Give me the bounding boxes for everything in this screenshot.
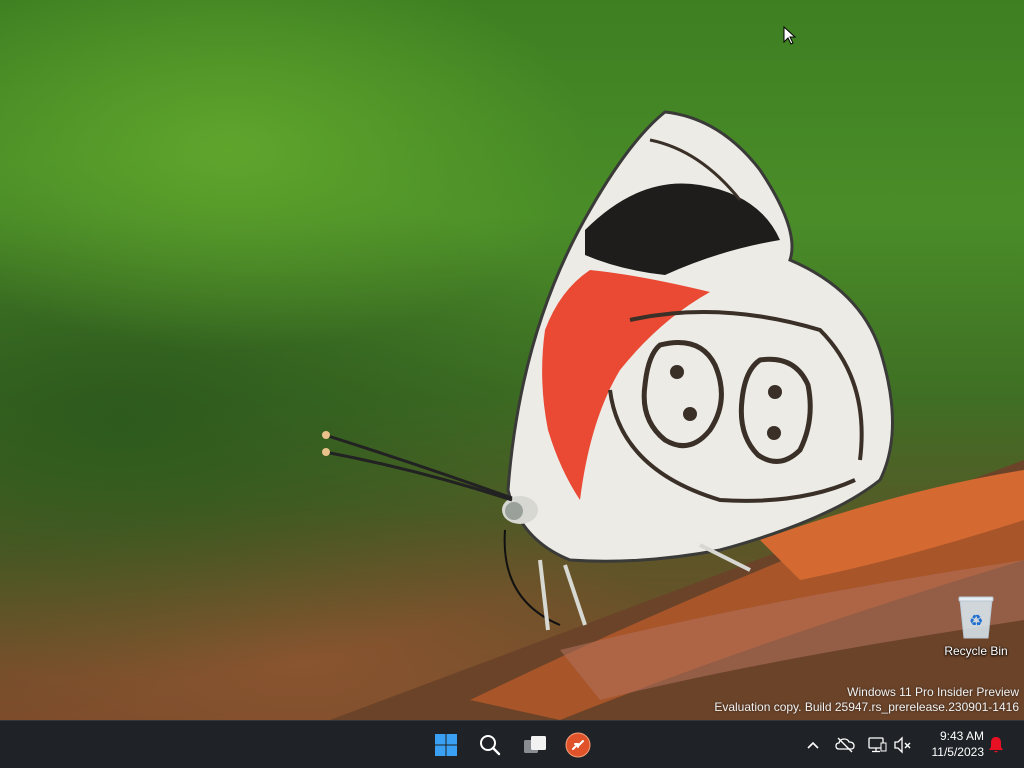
onedrive-offline-icon xyxy=(835,737,855,753)
mouse-pointer-icon xyxy=(783,26,797,45)
volume-muted-icon xyxy=(894,736,911,754)
network-icon xyxy=(868,737,887,753)
remote-app-button[interactable] xyxy=(558,725,598,765)
network-tray-button[interactable] xyxy=(866,729,888,761)
search-icon xyxy=(480,735,501,756)
recycle-bin-icon: ♻ xyxy=(958,596,994,639)
task-view-icon xyxy=(524,736,546,753)
clock-time: 9:43 AM xyxy=(939,729,984,743)
bell-icon xyxy=(989,737,1003,753)
watermark-build: Evaluation copy. Build 25947.rs_prerelea… xyxy=(714,700,1019,714)
remote-app-icon xyxy=(565,732,591,758)
volume-tray-button[interactable] xyxy=(892,729,914,761)
clock-date: 11/5/2023 xyxy=(931,745,985,759)
build-watermark: Windows 11 Pro Insider Preview Evaluatio… xyxy=(714,685,1019,715)
wallpaper-image xyxy=(322,110,1024,720)
taskbar-clock[interactable]: 9:43 AM 11/5/2023 xyxy=(920,728,985,760)
search-button[interactable] xyxy=(470,725,510,765)
task-view-button[interactable] xyxy=(515,725,555,765)
watermark-edition: Windows 11 Pro Insider Preview xyxy=(847,685,1019,699)
chevron-up-icon xyxy=(807,741,819,749)
windows-logo-icon xyxy=(435,734,457,756)
desktop[interactable]: ♻ Recycle Bin Windows 11 Pro Insider Pre… xyxy=(0,0,1024,720)
svg-text:♻: ♻ xyxy=(969,613,983,630)
notification-center-button[interactable] xyxy=(984,729,1008,761)
start-button[interactable] xyxy=(426,725,466,765)
recycle-bin-label: Recycle Bin xyxy=(944,644,1008,658)
taskbar: 9:43 AM 11/5/2023 xyxy=(0,720,1024,768)
onedrive-tray-button[interactable] xyxy=(833,729,857,761)
show-hidden-icons-button[interactable] xyxy=(802,729,824,761)
recycle-bin-desktop-icon[interactable]: ♻ Recycle Bin xyxy=(940,594,1012,666)
